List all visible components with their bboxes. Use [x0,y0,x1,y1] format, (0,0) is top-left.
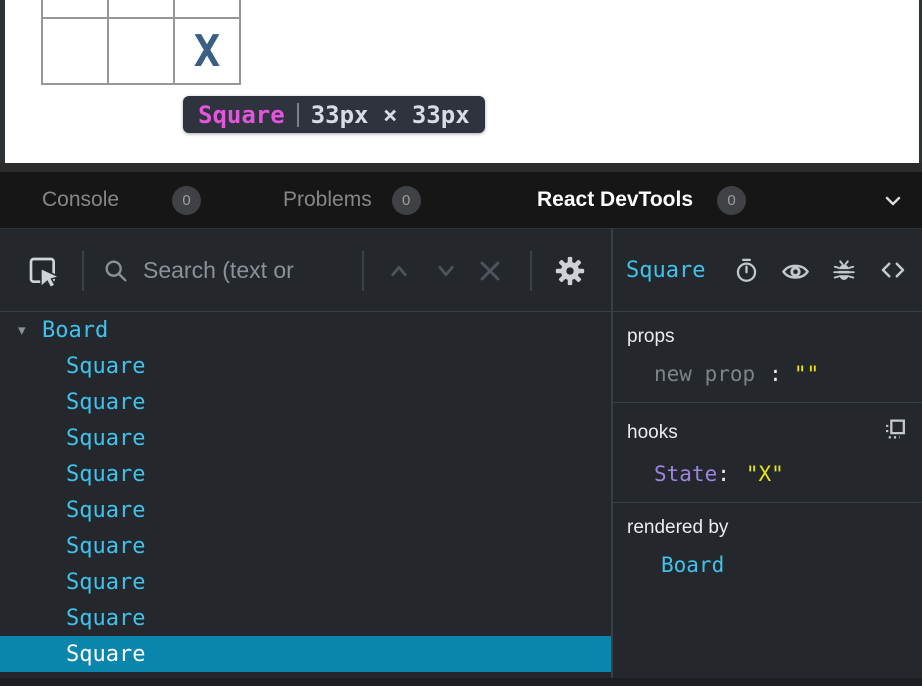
tree-item-square[interactable]: Square [0,564,611,600]
tree-item-label: Square [66,606,145,631]
tree-item-square[interactable]: Square [0,456,611,492]
tree-item-square[interactable]: Square [0,420,611,456]
tree-item-label: Square [66,534,145,559]
chevron-down-icon[interactable] [880,188,906,219]
board-cell[interactable] [108,0,174,18]
new-prop-key-input[interactable]: new prop [654,362,755,386]
components-tree-pane: ▾ Board Square Square Square Square Squa… [0,229,613,678]
tictactoe-board: X [41,0,241,85]
tab-console[interactable]: Console 0 [42,172,201,228]
tree-item-square[interactable]: Square [0,600,611,636]
toolbar-divider [530,251,532,291]
inspect-dom-eye-icon[interactable] [781,256,810,285]
board-cell[interactable] [108,18,174,84]
board-cell[interactable] [174,0,240,18]
tree-item-square[interactable]: Square [0,384,611,420]
hook-name: State [654,462,717,486]
rendered-by-header: rendered by [627,517,908,539]
tree-item-label: Square [66,498,145,523]
profiler-timer-icon[interactable] [733,257,760,284]
tree-item-label: Square [66,354,145,379]
parse-hook-names-icon[interactable] [883,417,908,448]
props-new-prop-row[interactable]: new prop : "" [627,362,908,386]
devtools-tab-bar: Console 0 Problems 0 React DevTools 0 [0,172,922,228]
tab-problems[interactable]: Problems 0 [283,172,421,228]
props-section: props new prop : "" [613,312,922,403]
tree-item-label: Board [42,318,108,343]
inspector-toolbar: Square [613,229,922,312]
tree-item-square-selected[interactable]: Square [0,636,611,672]
rendered-by-owner-link[interactable]: Board [661,553,724,577]
hooks-section: hooks State : "X" [613,403,922,503]
selected-component-name: Square [626,258,705,283]
search-input[interactable] [143,257,348,284]
tab-problems-label: Problems [283,188,372,212]
colon: : [769,362,782,386]
tree-item-label: Square [66,426,145,451]
board-cell[interactable] [42,0,108,18]
page-left-edge [0,0,5,163]
hooks-header: hooks [627,422,678,444]
tree-item-label: Square [66,570,145,595]
hook-state-row[interactable]: State : "X" [627,462,908,486]
tree-item-label: Square [66,462,145,487]
tooltip-divider [297,103,299,127]
tooltip-size: 33px × 33px [311,101,470,129]
tree-item-board[interactable]: ▾ Board [0,312,611,348]
tab-console-badge: 0 [172,186,201,215]
rendered-by-section: rendered by Board [613,503,922,593]
tab-react-devtools-label: React DevTools [537,188,693,212]
tab-react-devtools[interactable]: React DevTools 0 [537,172,746,228]
inspected-page: X Square 33px × 33px [0,0,922,163]
view-source-code-icon[interactable] [878,255,908,285]
gear-icon[interactable] [553,229,587,312]
board-cell[interactable] [42,18,108,84]
inspect-element-icon[interactable] [27,229,59,312]
tab-problems-badge: 0 [392,186,421,215]
search-icon [102,229,130,312]
tab-console-label: Console [42,188,119,212]
tree-item-square[interactable]: Square [0,348,611,384]
chevron-expanded-icon[interactable]: ▾ [18,321,42,339]
hook-value[interactable]: "X" [746,462,784,486]
board-cell-highlighted[interactable]: X [174,18,240,84]
element-size-tooltip: Square 33px × 33px [183,96,485,133]
search-clear-icon[interactable] [474,229,506,312]
toolbar-divider [82,251,84,291]
tree-item-label: Square [66,390,145,415]
tree-item-square[interactable]: Square [0,528,611,564]
debug-bug-icon[interactable] [831,257,857,283]
tree-item-square[interactable]: Square [0,492,611,528]
panel-bottom-strip [0,678,922,686]
components-tree: ▾ Board Square Square Square Square Squa… [0,312,611,678]
colon: : [717,462,730,486]
search-next-icon[interactable] [431,229,461,312]
react-devtools-panel: ▾ Board Square Square Square Square Squa… [0,228,922,678]
tab-react-devtools-badge: 0 [717,186,746,215]
props-header: props [627,326,908,348]
dock-top-strip [0,163,922,172]
search-prev-icon[interactable] [384,229,414,312]
inspector-pane: Square [613,229,922,678]
tree-item-label: Square [66,642,145,667]
tree-toolbar [0,229,611,312]
tooltip-component-name: Square [198,101,285,129]
toolbar-divider [362,251,364,291]
prop-value[interactable]: "" [794,362,819,386]
